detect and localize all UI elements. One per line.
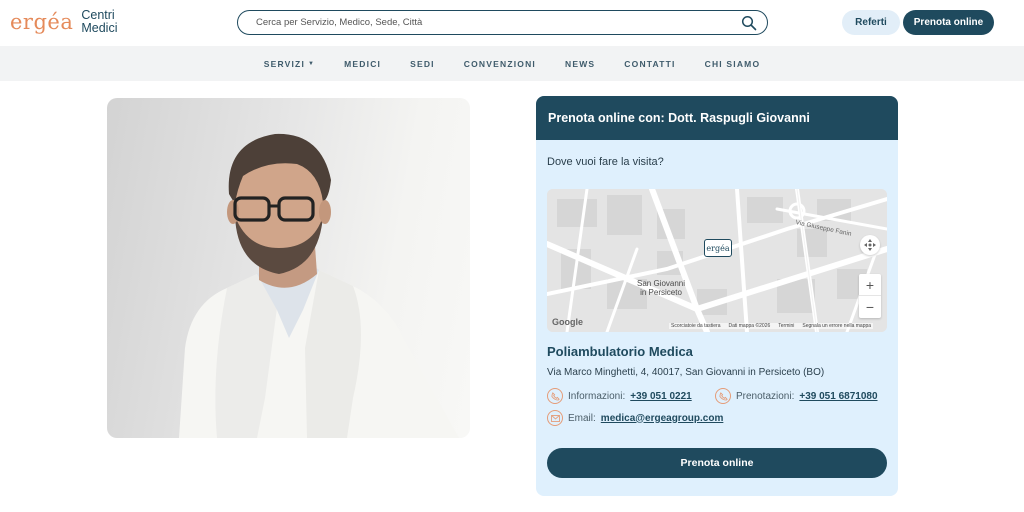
nav-label: SERVIZI <box>263 58 306 69</box>
attribution-report[interactable]: Segnala un errore nella mappa <box>802 323 871 329</box>
map-fullscreen-button[interactable] <box>860 235 880 255</box>
prenotazioni-contact: Prenotazioni: +39 051 6871080 <box>715 388 878 404</box>
main-nav: SERVIZI ▼ MEDICI SEDI CONVENZIONI NEWS C… <box>0 46 1024 81</box>
marker-logo: ergéa <box>706 243 730 253</box>
prenota-online-button[interactable]: Prenota online <box>547 448 887 478</box>
move-arrows-icon <box>864 239 876 251</box>
nav-item-contatti[interactable]: CONTATTI <box>610 59 690 69</box>
info-contact: Informazioni: +39 051 0221 <box>547 388 692 404</box>
map-attribution: Scorciatoie da tastiera Dati mappa ©2026… <box>669 323 874 329</box>
nav-item-chi-siamo[interactable]: CHI SIAMO <box>690 59 775 69</box>
nav-item-sedi[interactable]: SEDI <box>396 59 450 69</box>
attribution-data: Dati mappa ©2026 <box>728 323 771 329</box>
logo-mark: ergéa <box>10 10 74 34</box>
attribution-terms[interactable]: Termini <box>778 323 794 329</box>
email-label: Email: <box>568 412 596 424</box>
logo[interactable]: ergéa Centri Medici <box>10 9 117 35</box>
attribution-shortcuts[interactable]: Scorciatoie da tastiera <box>671 323 720 329</box>
nav-item-convenzioni[interactable]: CONVENZIONI <box>449 59 550 69</box>
referti-button[interactable]: Referti <box>842 10 900 35</box>
prenotazioni-phone-link[interactable]: +39 051 6871080 <box>799 391 877 402</box>
prenota-online-header-button[interactable]: Prenota online <box>903 10 994 35</box>
map-zoom-controls: + − <box>859 274 881 318</box>
phone-icon <box>547 388 563 404</box>
visit-location-question: Dove vuoi fare la visita? <box>547 156 664 168</box>
nav-label: CONVENZIONI <box>463 58 536 69</box>
logo-line-2: Medici <box>81 21 118 35</box>
town-line-1: San Giovanni <box>637 279 686 288</box>
zoom-out-button[interactable]: − <box>859 296 881 318</box>
town-line-2: in Persiceto <box>640 288 682 297</box>
email-link[interactable]: medica@ergeagroup.com <box>601 413 724 424</box>
doctor-portrait-illustration <box>179 133 459 438</box>
search-icon[interactable] <box>741 15 757 31</box>
nav-item-medici[interactable]: MEDICI <box>330 59 396 69</box>
doctor-photo <box>107 98 470 438</box>
nav-label: CHI SIAMO <box>704 58 761 69</box>
location-map[interactable]: ergéa San Giovanni in Persiceto Via Gius… <box>547 189 887 332</box>
nav-label: MEDICI <box>344 58 382 69</box>
nav-item-servizi[interactable]: SERVIZI ▼ <box>249 59 329 69</box>
info-phone-link[interactable]: +39 051 0221 <box>630 391 691 402</box>
map-canvas[interactable] <box>547 189 887 332</box>
nav-label: NEWS <box>564 58 596 69</box>
search-input[interactable] <box>256 17 741 28</box>
nav-label: CONTATTI <box>624 58 676 69</box>
google-logo: Google <box>552 317 583 327</box>
nav-item-news[interactable]: NEWS <box>550 59 609 69</box>
nav-label: SEDI <box>410 58 435 69</box>
prenotazioni-label: Prenotazioni: <box>736 390 795 402</box>
caret-down-icon: ▼ <box>308 60 316 67</box>
site-header: ergéa Centri Medici Referti Prenota onli… <box>0 0 1024 46</box>
info-label: Informazioni: <box>568 390 626 402</box>
email-contact: Email: medica@ergeagroup.com <box>547 410 723 426</box>
search-bar[interactable] <box>237 10 768 35</box>
email-icon <box>547 410 563 426</box>
map-location-marker[interactable]: ergéa <box>704 239 732 257</box>
clinic-name: Poliambulatorio Medica <box>547 344 693 359</box>
phone-icon <box>715 388 731 404</box>
logo-text: Centri Medici <box>81 9 117 35</box>
booking-panel-title: Prenota online con: Dott. Raspugli Giova… <box>536 96 898 140</box>
map-town-label: San Giovanni in Persiceto <box>637 279 685 297</box>
zoom-in-button[interactable]: + <box>859 274 881 296</box>
booking-panel: Prenota online con: Dott. Raspugli Giova… <box>536 96 898 496</box>
clinic-address: Via Marco Minghetti, 4, 40017, San Giova… <box>547 367 825 378</box>
